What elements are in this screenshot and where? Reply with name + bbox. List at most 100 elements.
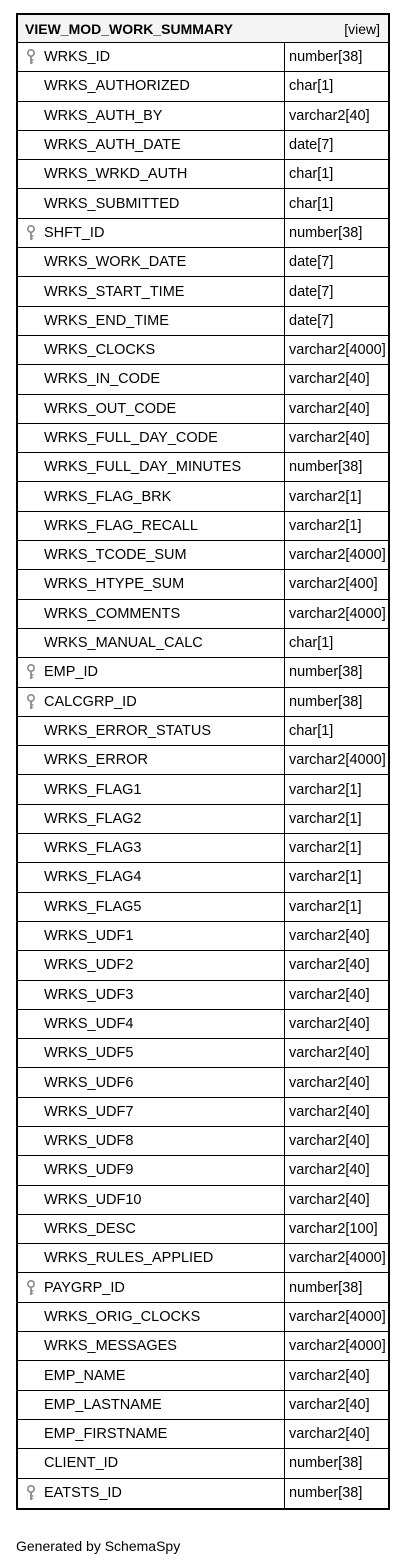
column-name: WRKS_FLAG5: [44, 898, 142, 915]
table-row: WRKS_MANUAL_CALC char[1]: [18, 628, 388, 659]
table-row: EMP_NAME varchar2[40]: [18, 1361, 388, 1391]
column-name-cell: WRKS_COMMENTS: [18, 599, 285, 628]
column-name-cell: WRKS_AUTH_DATE: [18, 130, 285, 160]
key-placeholder: [26, 1396, 44, 1414]
column-type: number[38]: [289, 693, 363, 710]
column-type: varchar2[40]: [289, 400, 370, 417]
column-name-cell: WRKS_UDF2: [18, 951, 285, 980]
table-header: VIEW_MOD_WORK_SUMMARY [view]: [18, 15, 388, 43]
column-name: WRKS_FULL_DAY_CODE: [44, 430, 218, 446]
table-row: SHFT_ID number[38]: [18, 218, 388, 249]
table-row: WRKS_AUTH_DATE date[7]: [18, 130, 388, 161]
column-name: SHFT_ID: [44, 224, 105, 241]
column-type: varchar2[4000]: [289, 1250, 386, 1267]
column-name: CLIENT_ID: [44, 1455, 119, 1472]
column-name: CALCGRP_ID: [44, 693, 137, 710]
key-placeholder: [26, 1132, 44, 1150]
column-name: EMP_NAME: [44, 1367, 126, 1384]
key-placeholder: [26, 458, 44, 476]
key-icon: [26, 1279, 44, 1297]
key-placeholder: [26, 927, 44, 945]
column-name: EMP_ID: [44, 664, 98, 681]
column-name-cell: WRKS_OUT_CODE: [18, 394, 285, 423]
column-name: WRKS_FLAG2: [44, 810, 142, 827]
column-name: WRKS_WORK_DATE: [44, 254, 187, 271]
column-name: WRKS_UDF10: [44, 1191, 142, 1208]
table-row: WRKS_FULL_DAY_CODE varchar2[40]: [18, 423, 388, 454]
column-name-cell: WRKS_UDF3: [18, 980, 285, 1009]
column-type: varchar2[400]: [289, 576, 378, 593]
column-type: number[38]: [289, 1455, 363, 1472]
column-name: EMP_LASTNAME: [44, 1396, 162, 1413]
key-placeholder: [26, 1161, 44, 1179]
column-name-cell: WRKS_SUBMITTED: [18, 189, 285, 218]
key-placeholder: [26, 136, 44, 154]
column-type: varchar2[1]: [289, 869, 362, 886]
key-placeholder: [26, 195, 44, 213]
table-row: WRKS_OUT_CODE varchar2[40]: [18, 394, 388, 424]
key-placeholder: [26, 341, 44, 359]
column-type: varchar2[40]: [289, 1367, 370, 1384]
column-name-cell: WRKS_TCODE_SUM: [18, 541, 285, 570]
key-placeholder: [26, 312, 44, 330]
column-name: WRKS_UDF8: [44, 1133, 134, 1150]
table-row: WRKS_FLAG_BRK varchar2[1]: [18, 482, 388, 512]
key-placeholder: [26, 488, 44, 506]
table-row: WRKS_UDF3 varchar2[40]: [18, 980, 388, 1010]
column-name-cell: WRKS_WRKD_AUTH: [18, 160, 285, 189]
column-name-cell: WRKS_FLAG2: [18, 804, 285, 834]
column-type: varchar2[40]: [289, 1162, 370, 1179]
table-row: WRKS_UDF1 varchar2[40]: [18, 921, 388, 952]
table-row: WRKS_UDF8 varchar2[40]: [18, 1126, 388, 1157]
column-name-cell: WRKS_START_TIME: [18, 277, 285, 306]
table-row: WRKS_UDF10 varchar2[40]: [18, 1185, 388, 1215]
column-name-cell: WRKS_ERROR_STATUS: [18, 716, 285, 746]
table-row: WRKS_DESC varchar2[100]: [18, 1214, 388, 1245]
table-row: WRKS_TCODE_SUM varchar2[4000]: [18, 541, 388, 571]
column-type: number[38]: [289, 1279, 363, 1296]
key-placeholder: [26, 77, 44, 95]
table-row: WRKS_HTYPE_SUM varchar2[400]: [18, 570, 388, 600]
column-name: WRKS_CLOCKS: [44, 342, 156, 359]
column-type: number[38]: [289, 459, 363, 476]
key-placeholder: [26, 781, 44, 799]
column-type: date[7]: [289, 283, 334, 300]
column-name-cell: EMP_NAME: [18, 1361, 285, 1390]
column-type: varchar2[40]: [289, 1045, 370, 1062]
table-row: WRKS_WRKD_AUTH char[1]: [18, 160, 388, 190]
column-name-cell: WRKS_ERROR: [18, 746, 285, 775]
column-name: PAYGRP_ID: [44, 1279, 125, 1296]
column-name-cell: WRKS_ORIG_CLOCKS: [18, 1302, 285, 1332]
column-name-cell: WRKS_DESC: [18, 1214, 285, 1244]
table-row: WRKS_ID number[38]: [18, 43, 388, 73]
column-name: EATSTS_ID: [44, 1485, 122, 1502]
key-placeholder: [26, 575, 44, 593]
column-type: varchar2[40]: [289, 986, 370, 1003]
column-name-cell: SHFT_ID: [18, 218, 285, 248]
column-name-cell: WRKS_FLAG3: [18, 834, 285, 863]
table-row: WRKS_UDF5 varchar2[40]: [18, 1039, 388, 1069]
key-placeholder: [26, 1044, 44, 1062]
column-name: WRKS_SUBMITTED: [44, 195, 180, 212]
column-type: varchar2[1]: [289, 781, 362, 798]
column-name: WRKS_DESC: [44, 1221, 136, 1238]
column-type: date[7]: [289, 254, 334, 271]
table-row: WRKS_ERROR varchar2[4000]: [18, 746, 388, 776]
column-name-cell: CLIENT_ID: [18, 1449, 285, 1478]
column-name: WRKS_MESSAGES: [44, 1338, 177, 1355]
column-name: WRKS_UDF9: [44, 1162, 134, 1179]
column-name-cell: WRKS_FLAG_RECALL: [18, 511, 285, 541]
column-name-cell: WRKS_AUTHORIZED: [18, 72, 285, 101]
column-type: varchar2[40]: [289, 371, 370, 388]
column-type: varchar2[40]: [289, 430, 370, 446]
column-type: varchar2[1]: [289, 517, 362, 534]
column-name: WRKS_UDF1: [44, 928, 134, 945]
column-type: number[38]: [289, 1485, 363, 1502]
column-type: varchar2[100]: [289, 1221, 378, 1238]
column-name-cell: WRKS_UDF9: [18, 1156, 285, 1185]
column-name: WRKS_UDF7: [44, 1103, 134, 1120]
view-tag: [view]: [344, 20, 380, 37]
column-name: WRKS_ORIG_CLOCKS: [44, 1308, 201, 1325]
key-icon: [26, 224, 44, 242]
column-name: WRKS_UDF3: [44, 986, 134, 1003]
